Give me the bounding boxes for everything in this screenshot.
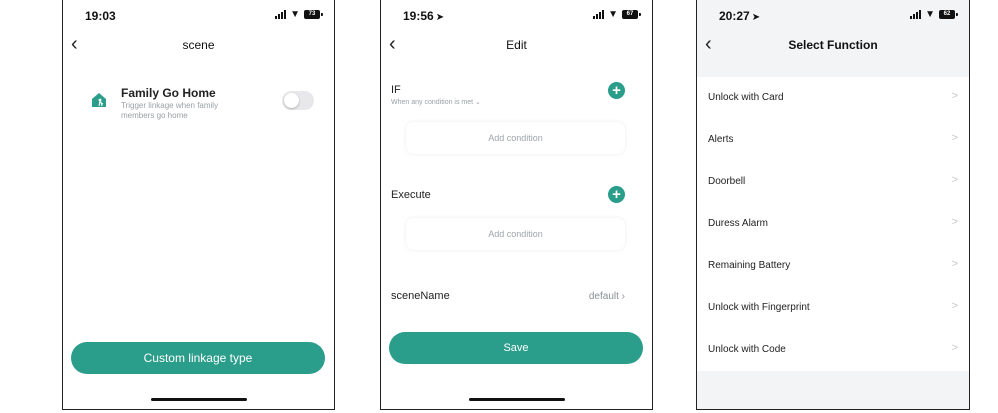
chevron-right-icon: >: [951, 174, 958, 186]
page-title: Edit: [506, 38, 527, 52]
list-item[interactable]: Alerts >: [697, 119, 969, 161]
chevron-right-icon: >: [951, 300, 958, 312]
chevron-right-icon: >: [951, 90, 958, 102]
scene-toggle[interactable]: [282, 91, 314, 110]
list-item[interactable]: Unlock with Fingerprint >: [697, 287, 969, 329]
status-time: 20:27 ➤: [719, 9, 761, 23]
list-item[interactable]: Doorbell >: [697, 161, 969, 203]
status-bar: 19:03 ▼ 73: [63, 0, 334, 30]
status-time: 19:56 ➤: [403, 9, 445, 23]
nav-bar: ‹ Select Function: [697, 33, 969, 59]
status-bar: 20:27 ➤ ▼ 62: [697, 0, 969, 30]
battery-icon: 67: [622, 10, 641, 19]
signal-icon: [910, 10, 922, 19]
nav-bar: ‹ Edit: [381, 33, 652, 59]
phone-scene-screen: 19:03 ▼ 73 ‹ scene Family Go Home Trigge…: [62, 0, 335, 410]
phone-select-function-screen: 20:27 ➤ ▼ 62 ‹ Select Function Unlock wit…: [696, 0, 970, 410]
status-icons: ▼ 67: [593, 9, 641, 20]
custom-linkage-type-button[interactable]: Custom linkage type: [71, 342, 325, 374]
if-label: IF: [391, 84, 401, 96]
location-icon: ➤: [751, 12, 761, 23]
chevron-right-icon: >: [951, 216, 958, 228]
battery-icon: 62: [939, 10, 958, 19]
scene-item-family-go-home[interactable]: Family Go Home Trigger linkage when fami…: [85, 84, 314, 128]
phone-edit-screen: 19:56 ➤ ▼ 67 ‹ Edit IF When any condition…: [380, 0, 653, 410]
signal-icon: [593, 10, 605, 19]
scene-name-label: sceneName: [391, 290, 450, 302]
condition-mode-select[interactable]: When any condition is met ⌄: [391, 98, 481, 106]
scene-name-value[interactable]: default ›: [589, 291, 625, 302]
add-action-plus-icon[interactable]: +: [608, 186, 625, 203]
list-item[interactable]: Unlock with Code >: [697, 329, 969, 371]
page-title: scene: [182, 38, 215, 52]
scene-description: Trigger linkage when family members go h…: [121, 101, 219, 120]
save-button[interactable]: Save: [389, 332, 643, 364]
scene-name: Family Go Home: [121, 86, 216, 100]
chevron-right-icon: >: [951, 132, 958, 144]
house-person-icon: [92, 93, 106, 107]
list-item[interactable]: Remaining Battery >: [697, 245, 969, 287]
add-execute-condition-button[interactable]: Add condition: [406, 218, 625, 250]
list-item[interactable]: Unlock with Card >: [697, 77, 969, 119]
chevron-right-icon: >: [951, 258, 958, 270]
wifi-icon: ▼: [290, 9, 300, 20]
add-condition-plus-icon[interactable]: +: [608, 82, 625, 99]
page-title: Select Function: [788, 38, 878, 52]
status-time: 19:03: [85, 9, 116, 23]
chevron-right-icon: >: [951, 342, 958, 354]
execute-label: Execute: [391, 189, 431, 201]
list-item[interactable]: Duress Alarm >: [697, 203, 969, 245]
toggle-knob: [284, 93, 299, 108]
battery-icon: 73: [304, 10, 323, 19]
status-icons: ▼ 73: [275, 9, 323, 20]
nav-bar: ‹ scene: [63, 33, 334, 59]
location-icon: ➤: [435, 12, 445, 23]
status-icons: ▼ 62: [910, 9, 958, 20]
wifi-icon: ▼: [608, 9, 618, 20]
signal-icon: [275, 10, 287, 19]
wifi-icon: ▼: [925, 9, 935, 20]
scene-name-row[interactable]: sceneName default ›: [391, 290, 625, 306]
function-list: Unlock with Card > Alerts > Doorbell > Dure…: [697, 77, 969, 371]
home-indicator: [150, 398, 247, 401]
home-indicator: [468, 398, 565, 401]
status-bar: 19:56 ➤ ▼ 67: [381, 0, 652, 30]
add-if-condition-button[interactable]: Add condition: [406, 122, 625, 154]
